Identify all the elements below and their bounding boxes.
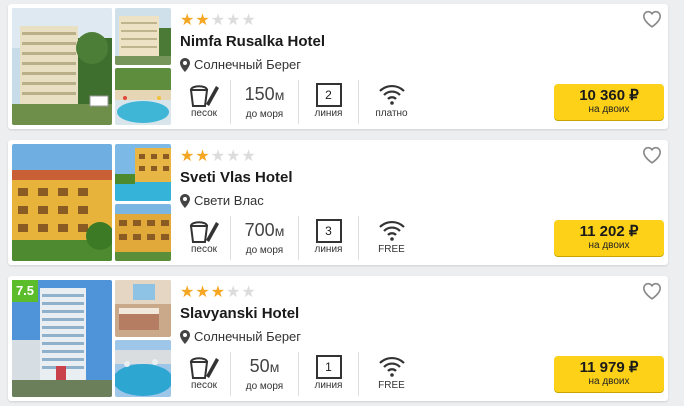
- favorite-heart-icon[interactable]: [642, 146, 662, 164]
- wifi-icon: [378, 356, 405, 377]
- favorite-heart-icon[interactable]: [642, 10, 662, 28]
- guest-rating-badge: 7.5: [12, 280, 38, 302]
- distance-value: 50: [249, 356, 270, 376]
- hotel-location: Свети Влас: [180, 193, 264, 208]
- price-amount: 11 979 ₽: [579, 359, 639, 376]
- line-number: 2: [315, 83, 342, 107]
- distance-label: до моря: [245, 381, 284, 392]
- price-note: на двоих: [588, 104, 630, 115]
- line-number: 3: [315, 219, 342, 243]
- price-button[interactable]: 11 202 ₽ на двоих: [554, 220, 664, 256]
- map-pin-icon: [180, 57, 190, 72]
- location-label: Солнечный Берег: [194, 57, 302, 72]
- line-label: линия: [314, 380, 343, 391]
- wifi-label: FREE: [378, 380, 405, 391]
- line-number: 1: [315, 355, 342, 379]
- hotel-features: песок 150м до моря 2 линия платно: [178, 80, 424, 124]
- hotel-main-photo[interactable]: [12, 8, 112, 125]
- beach-line-feature: 3 линия: [298, 216, 358, 260]
- distance-value: 700: [244, 220, 275, 240]
- star-icon: ★: [180, 10, 195, 29]
- favorite-heart-icon[interactable]: [642, 282, 662, 300]
- price-amount: 11 202 ₽: [579, 223, 639, 240]
- wifi-feature: FREE: [358, 216, 424, 260]
- star-icon: ★: [241, 146, 256, 165]
- price-amount: 10 360 ₽: [579, 87, 639, 104]
- sand-bucket-icon: [189, 221, 219, 243]
- hotel-name[interactable]: Nimfa Rusalka Hotel: [180, 33, 325, 50]
- star-icon: ★: [210, 146, 226, 165]
- map-pin-icon: [180, 193, 190, 208]
- hotel-card[interactable]: ★ ★ ★ ★ ★ Nimfa Rusalka Hotel Солнечный …: [8, 4, 668, 129]
- wifi-icon: [378, 220, 405, 241]
- location-label: Свети Влас: [194, 193, 264, 208]
- map-pin-icon: [180, 329, 190, 344]
- distance-unit: м: [274, 223, 285, 239]
- star-icon: ★: [195, 10, 210, 29]
- wifi-label: FREE: [378, 244, 405, 255]
- distance-label: до моря: [245, 109, 284, 120]
- price-button[interactable]: 10 360 ₽ на двоих: [554, 84, 664, 120]
- distance-label: до моря: [245, 245, 284, 256]
- beach-type-label: песок: [190, 244, 218, 255]
- hotel-card[interactable]: 7.5 ★ ★ ★ ★ ★ Slavyanski Hotel Солнечный…: [8, 276, 668, 401]
- wifi-label: платно: [375, 108, 408, 119]
- star-icon: ★: [241, 282, 256, 301]
- hotel-features: песок 700м до моря 3 линия FREE: [178, 216, 424, 260]
- star-icon: ★: [210, 282, 226, 301]
- beach-line-feature: 2 линия: [298, 80, 358, 124]
- beach-line-feature: 1 линия: [298, 352, 358, 396]
- hotel-thumb-photo[interactable]: [115, 8, 171, 65]
- hotel-name[interactable]: Sveti Vlas Hotel: [180, 169, 293, 186]
- beach-type-label: песок: [190, 108, 218, 119]
- star-icon: ★: [226, 282, 241, 301]
- hotel-room-photo[interactable]: [115, 280, 171, 337]
- hotel-pool-photo[interactable]: [115, 340, 171, 397]
- star-icon: ★: [226, 146, 241, 165]
- distance-unit: м: [269, 359, 280, 375]
- hotel-thumb-photo[interactable]: [115, 144, 171, 201]
- wifi-feature: FREE: [358, 352, 424, 396]
- price-button[interactable]: 11 979 ₽ на двоих: [554, 356, 664, 392]
- line-label: линия: [314, 244, 343, 255]
- hotel-location: Солнечный Берег: [180, 329, 301, 344]
- star-icon: ★: [180, 146, 195, 165]
- sea-distance-feature: 50м до моря: [230, 352, 298, 396]
- wifi-icon: [378, 84, 405, 105]
- sea-distance-feature: 700м до моря: [230, 216, 298, 260]
- price-note: на двоих: [588, 376, 630, 387]
- beach-type-label: песок: [190, 380, 218, 391]
- hotel-features: песок 50м до моря 1 линия FREE: [178, 352, 424, 396]
- star-icon: ★: [195, 146, 210, 165]
- wifi-feature: платно: [358, 80, 424, 124]
- price-note: на двоих: [588, 240, 630, 251]
- hotel-star-rating: ★ ★ ★ ★ ★: [180, 12, 256, 28]
- star-icon: ★: [226, 10, 241, 29]
- star-icon: ★: [210, 10, 226, 29]
- line-label: линия: [314, 108, 343, 119]
- beach-type-feature: песок: [178, 216, 230, 260]
- sand-bucket-icon: [189, 357, 219, 379]
- star-icon: ★: [180, 282, 195, 301]
- hotel-facade-photo[interactable]: [115, 204, 171, 261]
- hotel-name[interactable]: Slavyanski Hotel: [180, 305, 299, 322]
- hotel-location: Солнечный Берег: [180, 57, 301, 72]
- hotel-card[interactable]: ★ ★ ★ ★ ★ Sveti Vlas Hotel Свети Влас пе…: [8, 140, 668, 265]
- hotel-main-photo[interactable]: [12, 144, 112, 261]
- star-icon: ★: [241, 10, 256, 29]
- distance-value: 150: [244, 84, 275, 104]
- distance-unit: м: [274, 87, 285, 103]
- location-label: Солнечный Берег: [194, 329, 302, 344]
- hotel-star-rating: ★ ★ ★ ★ ★: [180, 284, 256, 300]
- beach-type-feature: песок: [178, 352, 230, 396]
- sea-distance-feature: 150м до моря: [230, 80, 298, 124]
- star-icon: ★: [195, 282, 210, 301]
- hotel-pool-photo[interactable]: [115, 68, 171, 125]
- sand-bucket-icon: [189, 85, 219, 107]
- hotel-star-rating: ★ ★ ★ ★ ★: [180, 148, 256, 164]
- beach-type-feature: песок: [178, 80, 230, 124]
